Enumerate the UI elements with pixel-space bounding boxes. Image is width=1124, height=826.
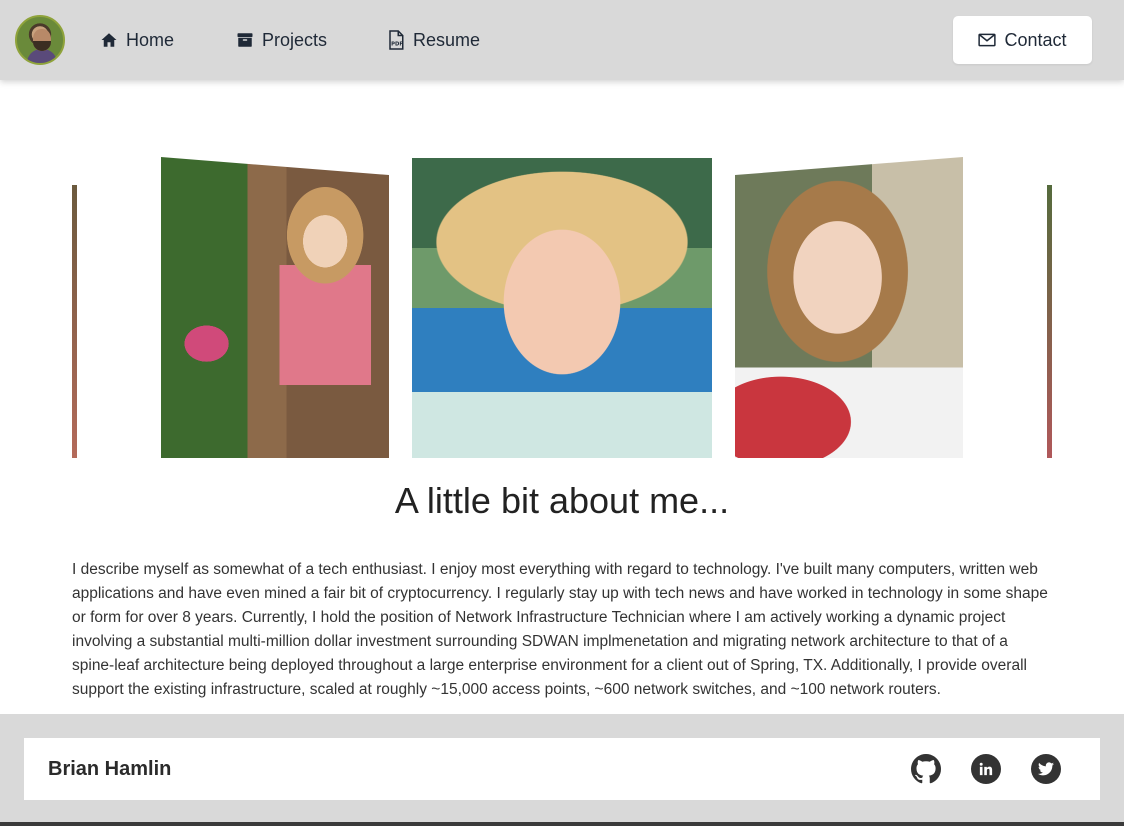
contact-button[interactable]: Contact bbox=[953, 16, 1092, 64]
carousel-photo-left[interactable] bbox=[161, 157, 389, 458]
twitter-link[interactable] bbox=[1031, 754, 1061, 784]
avatar[interactable] bbox=[15, 15, 65, 65]
about-title: A little bit about me... bbox=[394, 480, 730, 521]
carousel-photo-edge-right[interactable] bbox=[1047, 185, 1052, 458]
svg-text:PDF: PDF bbox=[391, 41, 403, 47]
linkedin-icon bbox=[979, 762, 993, 776]
nav-resume-link[interactable]: PDF Resume bbox=[387, 0, 480, 80]
nav-home-link[interactable]: Home bbox=[100, 0, 174, 80]
nav-home-label: Home bbox=[126, 29, 175, 50]
carousel-photo-right[interactable] bbox=[735, 157, 963, 458]
pdf-icon: PDF bbox=[389, 30, 404, 50]
contact-button-label: Contact bbox=[1004, 29, 1067, 50]
carousel-photo-center[interactable] bbox=[412, 158, 712, 458]
top-navbar: Home Projects PDF Resume Contact bbox=[0, 0, 1124, 80]
about-paragraph: I describe myself as somewhat of a tech … bbox=[72, 561, 1048, 698]
archive-icon bbox=[237, 33, 253, 47]
linkedin-link[interactable] bbox=[971, 754, 1001, 784]
twitter-icon bbox=[1038, 762, 1054, 776]
mail-icon bbox=[978, 33, 997, 47]
home-icon bbox=[101, 33, 117, 47]
github-icon bbox=[911, 754, 941, 784]
nav-resume-label: Resume bbox=[413, 29, 481, 50]
nav-projects-label: Projects bbox=[262, 29, 328, 50]
carousel-photo-edge-left[interactable] bbox=[72, 185, 77, 458]
avatar-body-shape bbox=[27, 49, 57, 63]
footer-card: Brian Hamlin bbox=[24, 738, 1100, 800]
nav-projects-link[interactable]: Projects bbox=[236, 0, 327, 80]
bottom-divider bbox=[0, 822, 1124, 826]
github-link[interactable] bbox=[911, 754, 941, 784]
footer-name: Brian Hamlin bbox=[48, 757, 172, 780]
